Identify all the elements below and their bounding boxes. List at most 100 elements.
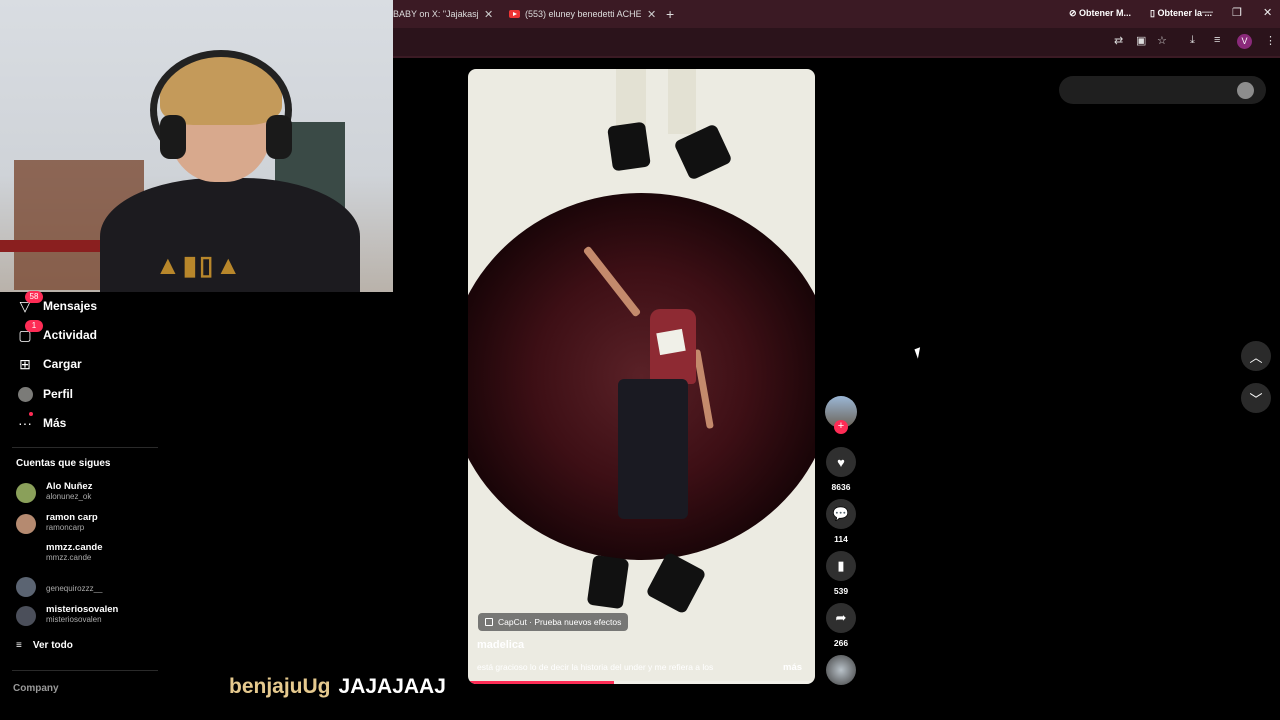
sidebar-item-perfil[interactable]: Perfil — [16, 383, 73, 405]
restore-button[interactable]: ❐ — [1232, 6, 1242, 19]
capcut-icon — [485, 618, 493, 626]
coin-icon: ⊘ — [1069, 8, 1080, 18]
follow-plus-icon[interactable]: + — [834, 420, 848, 434]
get-desktop-app-button[interactable]: ▯ Obtener la ... — [1150, 8, 1212, 19]
toolbar-divider — [393, 56, 1280, 58]
shirt-print-image: ▲▮▯▲ — [155, 250, 244, 280]
avatar — [16, 483, 36, 503]
account-handle: mmzz.cande — [46, 553, 92, 562]
tab-title: BABY on X: "Jajakasj am — [393, 9, 478, 19]
previous-video-button[interactable]: ︿ — [1241, 341, 1271, 371]
boot-image — [586, 554, 630, 610]
video-player[interactable]: CapCut · Prueba nuevos efectos madelica … — [468, 69, 815, 684]
tab-title: (553) eluney benedetti ACHE - — [525, 9, 641, 19]
save-button[interactable]: ▮ — [826, 551, 856, 581]
browser-tab-x[interactable]: BABY on X: "Jajakasj am ✕ — [393, 4, 498, 24]
notification-dot — [29, 412, 33, 416]
sidebar-item-label: Perfil — [43, 387, 74, 401]
heart-icon: ♥ — [837, 454, 845, 470]
account-handle: ramoncarp — [46, 523, 85, 532]
next-video-button[interactable]: ﹀ — [1241, 383, 1271, 413]
new-tab-button[interactable]: + — [666, 6, 674, 22]
browser-menu-icon[interactable]: ⋮ — [1265, 34, 1276, 47]
close-icon[interactable]: ✕ — [484, 8, 493, 21]
webcam-overlay: ▲▮▯▲ — [0, 0, 393, 292]
sidebar-item-mas[interactable]: ··· Más — [16, 412, 66, 434]
translate-icon[interactable]: ⇄ — [1114, 34, 1123, 47]
sidebar-item-cargar[interactable]: ⊞ Cargar — [16, 353, 82, 375]
list-icon: ≡ — [16, 640, 22, 651]
browser-profile-avatar[interactable]: V — [1237, 34, 1252, 49]
mouse-cursor — [914, 347, 924, 359]
account-handle: alonunez_ok — [46, 492, 92, 501]
bookmark-icon: ▮ — [837, 558, 845, 573]
avatar[interactable] — [1237, 82, 1254, 99]
music-disc-icon[interactable] — [826, 655, 856, 685]
company-link[interactable]: Company — [13, 683, 59, 694]
activity-badge: 1 — [25, 319, 43, 332]
see-all-label: Ver todo — [32, 640, 73, 651]
browser-tab-youtube[interactable]: (553) eluney benedetti ACHE - ✕ — [509, 4, 657, 24]
sidebar-divider — [12, 447, 158, 448]
sidebar-item-label: Mensajes — [43, 299, 98, 313]
like-count: 8636 — [831, 482, 851, 492]
sidebar-item-mensajes[interactable]: ▽ 58 Mensajes — [16, 290, 98, 317]
get-desktop-app-label: Obtener la ... — [1157, 8, 1212, 18]
leg-image — [668, 69, 696, 134]
video-progress-fill — [468, 681, 614, 684]
chat-username: benjajuUg — [229, 675, 331, 698]
install-app-icon[interactable]: ▣ — [1136, 34, 1146, 47]
dancer-legs-image — [618, 379, 688, 519]
get-app-button[interactable]: ⊘ Obtener M... — [1069, 8, 1131, 19]
comment-count: 114 — [834, 534, 848, 544]
messages-badge: 58 — [25, 290, 43, 303]
account-handle: genequirozzz__ — [46, 584, 103, 593]
boot-image — [645, 551, 707, 615]
like-button[interactable]: ♥ — [826, 447, 856, 477]
upload-icon: ⊞ — [19, 355, 31, 372]
get-app-label: Obtener M... — [1079, 8, 1132, 18]
chat-text: JAJAJAAJ — [338, 675, 446, 698]
close-icon[interactable]: ✕ — [647, 8, 656, 21]
profile-avatar-icon — [16, 386, 34, 403]
video-progress-bar[interactable] — [468, 681, 815, 684]
account-name: mmzz.cande — [46, 542, 103, 553]
sidebar-item-label: Actividad — [43, 328, 98, 342]
headset-earcup-left — [160, 115, 186, 159]
following-header: Cuentas que sigues — [16, 458, 111, 469]
account-handle: misteriosovalen — [46, 615, 102, 624]
sidebar-divider — [12, 670, 158, 671]
more-icon: ··· — [16, 412, 34, 431]
download-icon[interactable]: ⤓ — [1190, 34, 1195, 47]
boot-image — [607, 121, 651, 172]
chevron-up-icon: ︿ — [1249, 349, 1263, 365]
effect-tag[interactable]: CapCut · Prueba nuevos efectos — [478, 613, 629, 631]
chevron-down-icon: ﹀ — [1249, 391, 1263, 407]
account-name: Alo Nuñez — [46, 481, 93, 492]
account-name: ramon carp — [46, 512, 98, 523]
leg-image — [616, 69, 646, 129]
top-actions-bar — [1059, 76, 1266, 104]
browser-toolbar — [393, 28, 1280, 56]
more-link[interactable]: más — [783, 662, 802, 673]
comment-button[interactable]: 💬 — [826, 499, 856, 529]
avatar — [16, 577, 36, 597]
see-all-button[interactable]: ≡ Ver todo — [16, 640, 73, 651]
sidebar-item-actividad[interactable]: ▢ 1 Actividad — [16, 319, 98, 346]
reading-list-icon[interactable]: ≡ — [1214, 34, 1220, 46]
race-number-image — [656, 328, 686, 356]
comment-icon: 💬 — [832, 506, 850, 521]
effect-tag-label: CapCut · Prueba nuevos efectos — [498, 617, 622, 627]
share-button[interactable]: ➦ — [826, 603, 856, 633]
account-name: misteriosovalen — [46, 604, 119, 615]
headset-earcup-right — [266, 115, 292, 159]
inbox-icon: ▢ 1 — [16, 319, 43, 344]
send-icon: ▽ 58 — [16, 290, 43, 315]
stream-chat-message: benjajuUg JAJAJAAJ — [229, 675, 446, 699]
video-author[interactable]: madelica — [477, 639, 524, 651]
video-caption: está gracioso lo de decir la historia de… — [477, 662, 714, 672]
avatar — [16, 606, 36, 626]
bookmark-star-icon[interactable]: ☆ — [1157, 34, 1167, 47]
close-window-button[interactable]: ✕ — [1263, 6, 1272, 19]
share-icon: ➦ — [835, 610, 847, 625]
